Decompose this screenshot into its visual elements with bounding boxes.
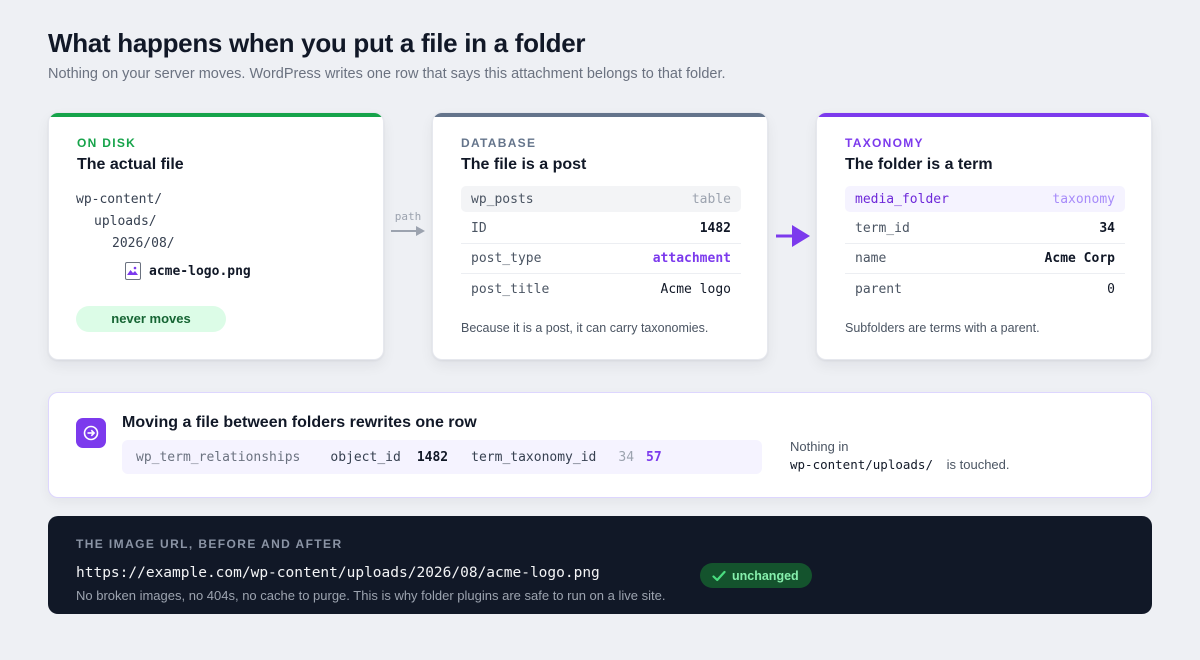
row-key: post_type — [471, 251, 542, 266]
table-row: post_title Acme logo — [461, 274, 741, 304]
taxonomy-eyebrow: TAXONOMY — [845, 136, 924, 150]
term-relationships-row: wp_term_relationships object_id 1482 ter… — [122, 440, 762, 474]
page-title: What happens when you put a file in a fo… — [48, 28, 586, 58]
row-value: attachment — [652, 251, 731, 266]
term-taxonomy-id-label: term_taxonomy_id — [471, 449, 597, 465]
file-name: acme-logo.png — [149, 263, 251, 279]
move-note-path: wp-content/uploads/ — [790, 457, 933, 472]
on-disk-accent-bar — [49, 113, 383, 117]
image-file-icon — [125, 262, 141, 280]
on-disk-title: The actual file — [77, 156, 184, 173]
row-key: name — [855, 251, 887, 266]
url-note: No broken images, no 404s, no cache to p… — [76, 588, 666, 603]
path-connector-label: path — [394, 210, 422, 223]
path-connector: path — [388, 210, 428, 244]
taxonomy-connector — [774, 222, 812, 255]
row-value: Acme logo — [660, 281, 731, 297]
image-url: https://example.com/wp-content/uploads/2… — [76, 565, 600, 581]
row-value: 1482 — [699, 221, 731, 236]
move-title: Moving a file between folders rewrites o… — [122, 414, 477, 431]
taxonomy-card: TAXONOMY The folder is a term media_fold… — [816, 112, 1152, 360]
row-key: parent — [855, 281, 902, 297]
table-name: wp_posts — [471, 191, 534, 207]
row-key: term_id — [855, 221, 910, 236]
database-note: Because it is a post, it can carry taxon… — [461, 321, 709, 335]
object-id-value: 1482 — [416, 449, 449, 465]
unchanged-badge-label: unchanged — [732, 568, 799, 583]
file-entry: acme-logo.png — [125, 262, 251, 280]
media-folder-table: media_folder taxonomy term_id 34 name Ac… — [845, 186, 1125, 304]
move-note-line1: Nothing in — [790, 439, 849, 454]
path-arrow-icon — [391, 226, 425, 236]
wp-posts-table: wp_posts table ID 1482 post_type attachm… — [461, 186, 741, 304]
unchanged-badge: unchanged — [700, 563, 812, 588]
table-row: term_id 34 — [845, 214, 1125, 244]
row-value: 34 — [1099, 221, 1115, 236]
table-row: name Acme Corp — [845, 244, 1125, 274]
relationship-table-name: wp_term_relationships — [136, 449, 301, 465]
arrow-right-icon — [76, 418, 106, 448]
database-eyebrow: DATABASE — [461, 136, 537, 150]
row-key: post_title — [471, 281, 550, 297]
term-taxonomy-id-old: 34 — [618, 449, 635, 465]
page-subtitle: Nothing on your server moves. WordPress … — [48, 66, 726, 82]
row-value: 0 — [1107, 281, 1115, 297]
tree-folder-wp-content: wp-content/ — [76, 192, 163, 207]
database-card: DATABASE The file is a post wp_posts tab… — [432, 112, 768, 360]
row-key: ID — [471, 221, 487, 236]
taxonomy-note: Subfolders are terms with a parent. — [845, 321, 1040, 335]
table-row: post_type attachment — [461, 244, 741, 274]
table-kind: table — [691, 191, 731, 207]
database-accent-bar — [433, 113, 767, 117]
table-header-row: media_folder taxonomy — [845, 186, 1125, 212]
term-taxonomy-id-new: 57 — [646, 449, 662, 465]
row-value: Acme Corp — [1044, 251, 1115, 266]
taxonomy-arrow-icon — [776, 225, 810, 247]
table-name: media_folder — [855, 191, 949, 207]
url-eyebrow: THE IMAGE URL, BEFORE AND AFTER — [76, 537, 343, 551]
taxonomy-accent-bar — [817, 113, 1151, 117]
table-row: ID 1482 — [461, 214, 741, 244]
table-header-row: wp_posts table — [461, 186, 741, 212]
url-panel: THE IMAGE URL, BEFORE AND AFTER https://… — [48, 516, 1152, 614]
object-id-label: object_id — [330, 449, 401, 465]
move-note: Nothing in wp-content/uploads/ is touche… — [790, 438, 1010, 474]
taxonomy-title: The folder is a term — [845, 156, 993, 173]
table-kind: taxonomy — [1052, 191, 1115, 207]
move-note-suffix: is touched. — [946, 457, 1010, 472]
table-row: parent 0 — [845, 274, 1125, 304]
never-moves-badge: never moves — [76, 306, 226, 332]
move-panel: Moving a file between folders rewrites o… — [48, 392, 1152, 498]
database-title: The file is a post — [461, 156, 587, 173]
on-disk-eyebrow: ON DISK — [77, 136, 137, 150]
tree-folder-date: 2026/08/ — [112, 236, 175, 251]
checkmark-icon — [712, 570, 726, 581]
tree-folder-uploads: uploads/ — [94, 214, 157, 229]
